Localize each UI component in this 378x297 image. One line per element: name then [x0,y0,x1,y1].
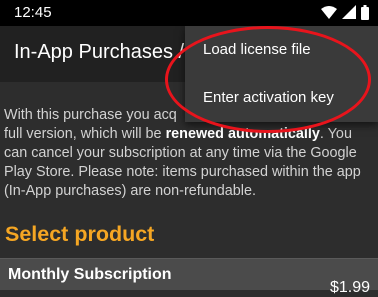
wifi-icon [321,6,337,19]
product-name: Monthly Subscription [8,266,172,283]
menu-item-label: Load license file [203,41,311,58]
description-text-2: full version, which will be [4,126,166,142]
status-icons [316,5,369,21]
overflow-menu: Load license file Enter activation key [185,26,378,122]
status-time: 12:45 [14,4,52,21]
battery-icon [361,5,369,20]
menu-item-enter-activation-key[interactable]: Enter activation key [185,74,378,122]
section-title: Select product [5,222,155,246]
toolbar-title: In-App Purchases / [14,41,185,63]
description-bold: renewed automatically [165,126,320,142]
status-bar: 12:45 [0,0,378,26]
signal-icon [342,5,356,19]
menu-item-label: Enter activation key [203,89,334,106]
product-monthly-subscription[interactable]: Monthly Subscription $1.99 [0,258,378,296]
description-text-1: With this purchase you acq [4,107,177,123]
product-price: $1.99 [329,279,370,296]
menu-item-load-license-file[interactable]: Load license file [185,26,378,74]
